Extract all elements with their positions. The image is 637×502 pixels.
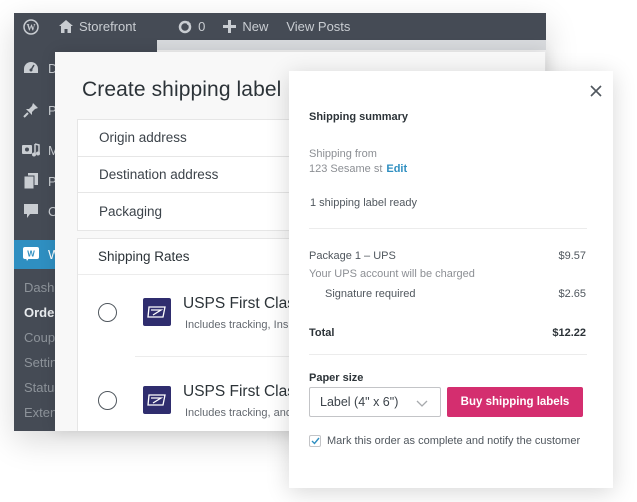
woocommerce-icon: W — [22, 247, 40, 262]
shipping-from-label: Shipping from — [309, 148, 377, 160]
updates-count: 0 — [198, 19, 206, 34]
total-label: Total — [309, 327, 335, 339]
updates-link[interactable]: 0 — [178, 19, 205, 34]
edit-address-link[interactable]: Edit — [386, 163, 407, 175]
checkmark-icon — [311, 437, 320, 445]
view-posts-link[interactable]: View Posts — [286, 19, 350, 34]
usps-logo-icon — [143, 386, 171, 414]
package-label: Package 1 – UPS — [309, 250, 396, 262]
comments-icon — [22, 203, 40, 219]
usps-logo-icon — [143, 298, 171, 326]
wordpress-logo-icon[interactable]: W — [23, 18, 39, 35]
summary-divider — [309, 228, 587, 229]
mark-complete-row: Mark this order as complete and notify t… — [309, 435, 580, 447]
new-content-link[interactable]: New — [223, 19, 268, 34]
shipping-summary-panel: Shipping summary Shipping from 123 Sesam… — [289, 71, 613, 488]
site-name: Storefront — [79, 19, 137, 34]
pages-icon — [22, 173, 40, 189]
svg-text:W: W — [27, 22, 36, 32]
dashboard-icon — [22, 61, 40, 75]
svg-text:W: W — [27, 250, 35, 259]
rate-name: USPS First Class — [183, 383, 303, 400]
summary-title: Shipping summary — [309, 111, 409, 123]
signature-label: Signature required — [325, 288, 416, 300]
package-amount: $9.57 — [558, 250, 586, 262]
modal-title: Create shipping label — [82, 78, 282, 101]
media-icon — [22, 143, 40, 157]
rate-name: USPS First Class — [183, 295, 303, 312]
mark-complete-checkbox[interactable] — [309, 435, 321, 447]
view-posts-label: View Posts — [286, 19, 351, 34]
labels-ready-status: 1 shipping label ready — [310, 197, 418, 209]
rate-description: Includes tracking, and — [185, 407, 293, 419]
chevron-down-icon — [416, 397, 428, 411]
buy-shipping-labels-button[interactable]: Buy shipping labels — [447, 387, 583, 417]
refresh-icon — [178, 20, 192, 34]
mark-complete-label: Mark this order as complete and notify t… — [327, 435, 581, 447]
site-name-link[interactable]: Storefront — [59, 19, 136, 34]
pin-icon — [22, 102, 40, 118]
paper-size-label: Paper size — [309, 372, 364, 384]
plus-icon — [223, 20, 237, 33]
account-charge-note: Your UPS account will be charged — [309, 268, 475, 280]
shipping-from-address: 123 Sesame st Edit — [309, 163, 407, 175]
rate-radio[interactable] — [98, 303, 117, 322]
home-icon — [59, 20, 73, 33]
paper-size-value: Label (4" x 6") — [320, 395, 399, 409]
summary-divider — [309, 354, 587, 355]
new-label: New — [242, 19, 269, 34]
signature-amount: $2.65 — [558, 288, 586, 300]
paper-size-select[interactable]: Label (4" x 6") — [309, 387, 441, 417]
close-icon[interactable] — [588, 83, 604, 99]
origin-address-text: 123 Sesame st — [309, 163, 383, 175]
total-amount: $12.22 — [552, 327, 586, 339]
content-header-strip — [157, 40, 546, 50]
admin-bar: W Storefront 0 New View Posts — [14, 13, 546, 40]
rate-radio[interactable] — [98, 391, 117, 410]
